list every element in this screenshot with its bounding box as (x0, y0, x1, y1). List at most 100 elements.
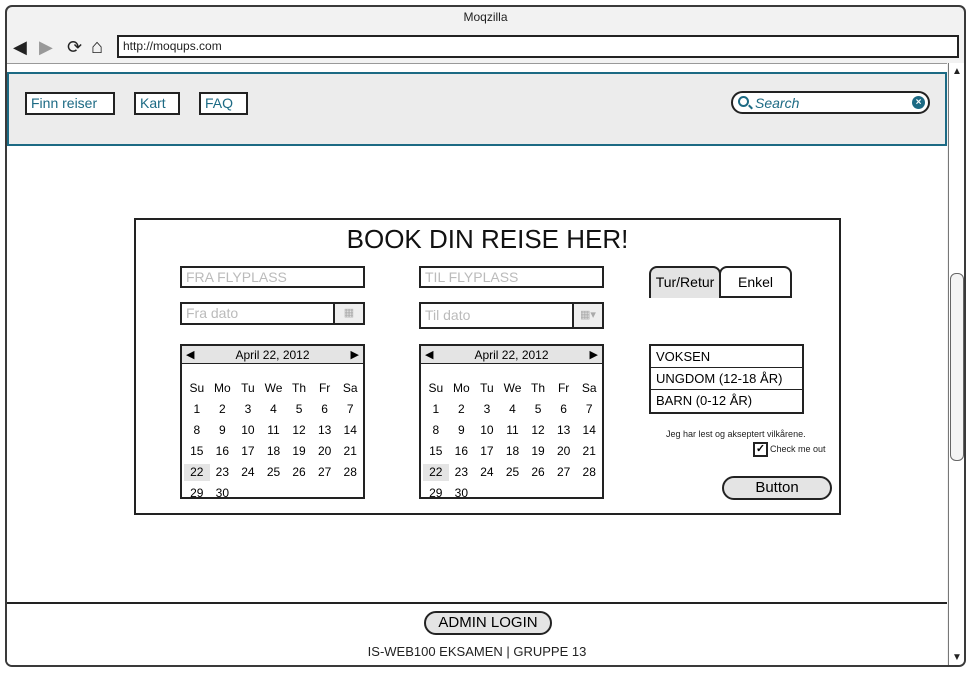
calendar-day[interactable]: 19 (525, 443, 551, 460)
calendar-day[interactable]: 28 (576, 464, 602, 481)
calendar-day[interactable]: 14 (576, 422, 602, 439)
submit-button[interactable]: Button (722, 476, 832, 500)
prev-month-icon[interactable]: ◀ (425, 346, 433, 364)
scroll-up-icon[interactable]: ▲ (950, 65, 964, 79)
calendar-day[interactable]: 6 (312, 401, 338, 418)
calendar-day[interactable]: 12 (286, 422, 312, 439)
terms-checkbox[interactable]: ✓ (753, 442, 768, 457)
calendar-day[interactable]: 30 (210, 485, 236, 502)
calendar-day[interactable]: 18 (500, 443, 526, 460)
calendar-day[interactable]: 13 (312, 422, 338, 439)
calendar-day[interactable]: 23 (449, 464, 475, 481)
calendar-day[interactable]: 5 (525, 401, 551, 418)
calendar-day[interactable]: 8 (423, 422, 449, 439)
calendar-day[interactable]: 16 (210, 443, 236, 460)
search-input[interactable]: Search × (731, 91, 930, 114)
browser-window: Moqzilla ◀ ▶ ⟳ ⌂ http://moqups.com Finn … (5, 5, 966, 667)
calendar-day[interactable]: 24 (474, 464, 500, 481)
url-bar[interactable]: http://moqups.com (117, 35, 959, 58)
calendar-day[interactable]: 4 (500, 401, 526, 418)
calendar-day[interactable]: 26 (286, 464, 312, 481)
calendar-day[interactable]: 2 (210, 401, 236, 418)
calendar-day[interactable]: 28 (337, 464, 363, 481)
calendar-day[interactable]: 15 (184, 443, 210, 460)
tab-enkel[interactable]: Enkel (719, 266, 792, 298)
nav-link-finn-reiser[interactable]: Finn reiser (25, 92, 115, 115)
to-date-calendar[interactable]: ◀ April 22, 2012 ▶ Su Mo Tu We Th Fr Sa … (419, 344, 604, 502)
calendar-day[interactable]: 26 (525, 464, 551, 481)
next-month-icon[interactable]: ▶ (351, 346, 359, 364)
calendar-day[interactable]: 25 (500, 464, 526, 481)
scroll-down-icon[interactable]: ▼ (950, 651, 964, 665)
vertical-scrollbar[interactable]: ▲ ▼ (948, 63, 964, 665)
calendar-day[interactable]: 1 (423, 401, 449, 418)
from-airport-input[interactable]: FRA FLYPLASS (180, 266, 365, 288)
calendar-day[interactable]: 18 (261, 443, 287, 460)
passenger-type-list[interactable]: VOKSEN UNGDOM (12-18 ÅR) BARN (0-12 ÅR) (649, 344, 804, 414)
to-date-input[interactable]: Til dato ▦▾ (419, 302, 604, 329)
calendar-day[interactable]: 27 (312, 464, 338, 481)
list-item[interactable]: VOKSEN (651, 346, 802, 368)
calendar-day[interactable]: 17 (235, 443, 261, 460)
calendar-day[interactable]: 6 (551, 401, 577, 418)
calendar-day[interactable]: 10 (474, 422, 500, 439)
calendar-day[interactable]: 1 (184, 401, 210, 418)
prev-month-icon[interactable]: ◀ (186, 346, 194, 364)
calendar-day-selected[interactable]: 22 (423, 464, 449, 481)
calendar-day[interactable]: 21 (576, 443, 602, 460)
calendar-day[interactable]: 9 (449, 422, 475, 439)
calendar-day[interactable]: 15 (423, 443, 449, 460)
calendar-day[interactable]: 7 (576, 401, 602, 418)
calendar-day[interactable]: 17 (474, 443, 500, 460)
from-date-calendar[interactable]: ◀ April 22, 2012 ▶ Su Mo Tu We Th Fr Sa … (180, 344, 365, 502)
calendar-day[interactable]: 21 (337, 443, 363, 460)
weekday-label: Sa (581, 381, 597, 395)
tab-tur-retur[interactable]: Tur/Retur (649, 266, 721, 298)
to-airport-input[interactable]: TIL FLYPLASS (419, 266, 604, 288)
nav-link-kart[interactable]: Kart (134, 92, 180, 115)
calendar-day[interactable]: 9 (210, 422, 236, 439)
calendar-day[interactable]: 24 (235, 464, 261, 481)
checkbox-label: Check me out (770, 444, 826, 454)
calendar-day[interactable]: 12 (525, 422, 551, 439)
calendar-day[interactable]: 3 (235, 401, 261, 418)
calendar-day[interactable]: 29 (184, 485, 210, 502)
calendar-day[interactable]: 4 (261, 401, 287, 418)
calendar-day[interactable]: 7 (337, 401, 363, 418)
calendar-day[interactable]: 30 (449, 485, 475, 502)
calendar-day[interactable]: 2 (449, 401, 475, 418)
calendar-day[interactable]: 29 (423, 485, 449, 502)
calendar-day[interactable]: 10 (235, 422, 261, 439)
calendar-day[interactable]: 19 (286, 443, 312, 460)
calendar-day[interactable]: 8 (184, 422, 210, 439)
clear-icon[interactable]: × (912, 96, 925, 109)
next-month-icon[interactable]: ▶ (590, 346, 598, 364)
site-header: Finn reiser Kart FAQ Search × (7, 72, 947, 146)
calendar-day[interactable]: 25 (261, 464, 287, 481)
back-icon[interactable]: ◀ (13, 37, 27, 57)
list-item[interactable]: BARN (0-12 ÅR) (651, 390, 802, 412)
calendar-day-selected[interactable]: 22 (184, 464, 210, 481)
calendar-day[interactable]: 14 (337, 422, 363, 439)
calendar-icon[interactable]: ▦▾ (572, 304, 602, 327)
calendar-day[interactable]: 27 (551, 464, 577, 481)
calendar-day[interactable]: 11 (261, 422, 287, 439)
calendar-day[interactable]: 13 (551, 422, 577, 439)
scrollbar-thumb[interactable] (950, 273, 964, 461)
calendar-day[interactable]: 23 (210, 464, 236, 481)
calendar-day[interactable]: 11 (500, 422, 526, 439)
forward-icon[interactable]: ▶ (39, 37, 53, 57)
calendar-day[interactable]: 16 (449, 443, 475, 460)
admin-login-button[interactable]: ADMIN LOGIN (424, 611, 552, 635)
reload-icon[interactable]: ⟳ (67, 37, 82, 57)
calendar-icon[interactable]: ▦ (333, 304, 363, 323)
calendar-day[interactable]: 5 (286, 401, 312, 418)
calendar-day[interactable]: 20 (551, 443, 577, 460)
calendar-day[interactable]: 20 (312, 443, 338, 460)
home-icon[interactable]: ⌂ (91, 37, 103, 57)
nav-link-faq[interactable]: FAQ (199, 92, 248, 115)
from-date-input[interactable]: Fra dato ▦ (180, 302, 365, 325)
weekday-label: We (503, 381, 522, 395)
list-item[interactable]: UNGDOM (12-18 ÅR) (651, 368, 802, 390)
calendar-day[interactable]: 3 (474, 401, 500, 418)
